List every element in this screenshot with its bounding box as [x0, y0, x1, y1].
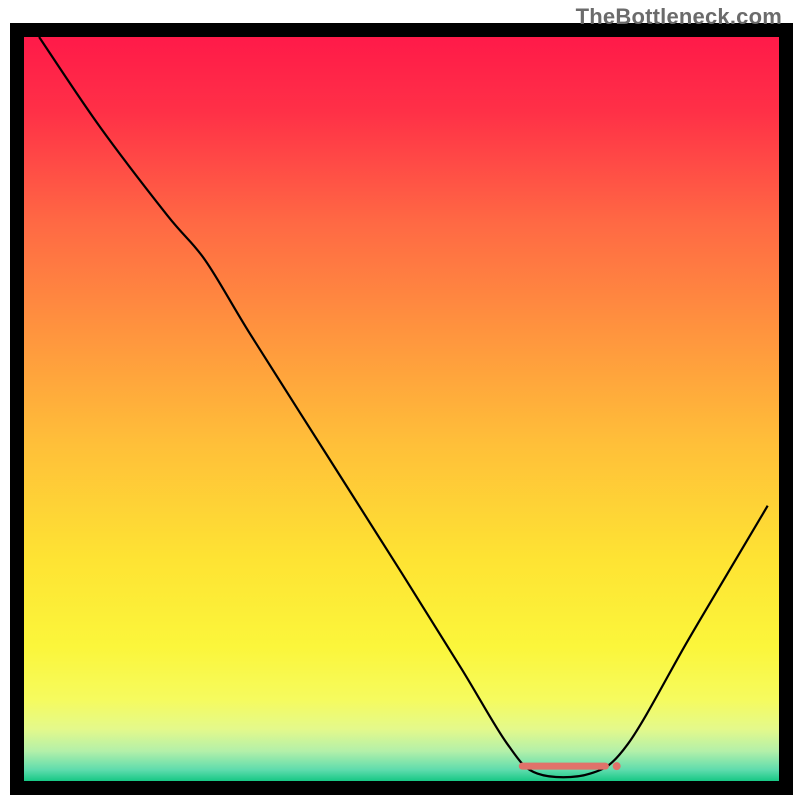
- plot-background: [24, 37, 779, 781]
- optimal-marker-dot: [613, 762, 621, 770]
- bottleneck-chart-svg: [0, 0, 800, 800]
- chart-stage: TheBottleneck.com: [0, 0, 800, 800]
- watermark-text: TheBottleneck.com: [576, 4, 782, 30]
